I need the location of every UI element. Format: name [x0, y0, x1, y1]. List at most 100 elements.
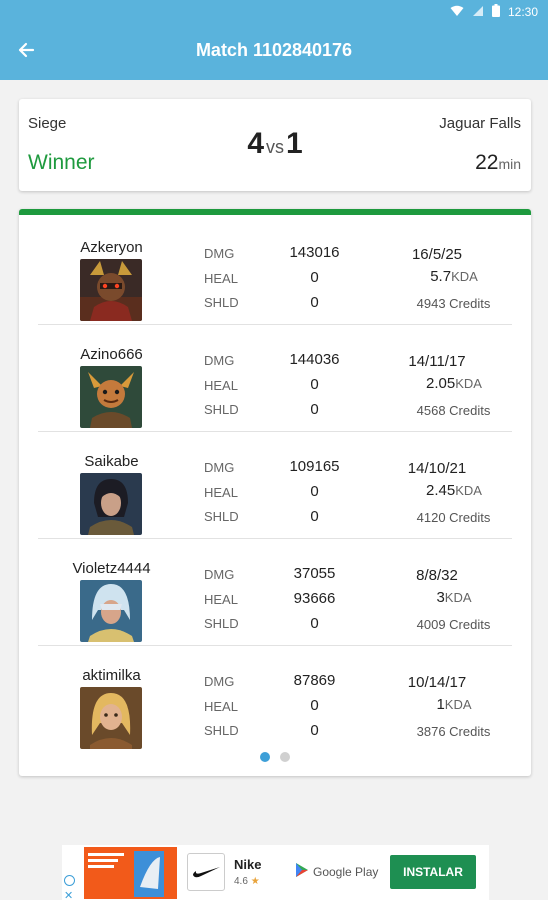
player-name: Violetz4444: [72, 560, 151, 577]
ad-image[interactable]: [84, 847, 177, 899]
heal-value: 0: [310, 697, 319, 714]
player-name: Azino666: [80, 346, 143, 363]
kda-unit: KDA: [455, 376, 482, 391]
ad-info-icon[interactable]: [64, 875, 75, 886]
page-title: Match 1102840176: [195, 40, 353, 60]
team-color-bar: [19, 209, 531, 215]
credits: 4009 Credits: [416, 617, 491, 632]
kda-ratio: 2.05KDA: [399, 375, 509, 392]
kda-ratio-value: 3: [436, 589, 445, 606]
kda-ratio-value: 2.45: [426, 482, 456, 499]
shld-label: SHLD: [204, 723, 239, 738]
champion-portrait-1: [80, 259, 142, 321]
credits: 3876 Credits: [416, 724, 491, 739]
dmg-label: DMG: [204, 567, 235, 582]
heal-label: HEAL: [204, 699, 238, 714]
status-time: 12:30: [507, 5, 538, 19]
score-left: 4: [247, 127, 264, 160]
score-vs: vs: [266, 137, 284, 157]
store-name: Google Play: [313, 864, 379, 879]
page-indicator[interactable]: [19, 752, 531, 762]
player-row[interactable]: Azino666 DMG HEAL SHLD 144036 0 0 14/11/…: [19, 324, 531, 431]
kda-unit: KDA: [444, 697, 472, 712]
champion-portrait-3: [80, 473, 142, 535]
kda-ratio: 5.7KDA: [399, 268, 509, 285]
kda-score: 10/14/17: [407, 674, 467, 691]
kda-score: 8/8/32: [416, 567, 458, 584]
kda-score: 14/10/21: [407, 460, 467, 477]
kda-score: 16/5/25: [411, 246, 463, 263]
score-right: 1: [286, 127, 303, 160]
champion-portrait-4: [80, 580, 142, 642]
app-bar: Match 1102840176: [0, 24, 548, 80]
signal-icon: [472, 5, 484, 20]
dmg-value: 144036: [289, 351, 340, 368]
shld-value: 0: [310, 615, 319, 632]
map-name: Jaguar Falls: [439, 115, 521, 132]
heal-label: HEAL: [204, 271, 238, 286]
kda-ratio: 3KDA: [399, 589, 509, 606]
credits: 4120 Credits: [416, 510, 491, 525]
ad-app-name: Nike: [234, 857, 262, 872]
match-summary-card: Siege Winner 4 vs1 Jaguar Falls 22min: [19, 99, 531, 191]
shld-label: SHLD: [204, 402, 239, 417]
duration-unit: min: [498, 156, 521, 172]
heal-label: HEAL: [204, 592, 238, 607]
shld-label: SHLD: [204, 509, 239, 524]
heal-value: 0: [310, 376, 319, 393]
shld-label: SHLD: [204, 616, 239, 631]
kda-unit: KDA: [444, 590, 472, 605]
kda-ratio: 1KDA: [399, 696, 509, 713]
kda-unit: KDA: [455, 483, 482, 498]
shld-label: SHLD: [204, 295, 239, 310]
kda-ratio-value: 2.05: [426, 375, 456, 392]
wifi-icon: [450, 5, 464, 20]
shld-value: 0: [310, 294, 319, 311]
kda-ratio-value: 5.7: [430, 268, 452, 285]
heal-value: 0: [310, 269, 319, 286]
dmg-label: DMG: [204, 674, 235, 689]
page-dot-2[interactable]: [280, 752, 290, 762]
credits: 4568 Credits: [416, 403, 491, 418]
dmg-label: DMG: [204, 353, 235, 368]
nike-logo: [187, 853, 225, 891]
dmg-value: 109165: [289, 458, 340, 475]
kda-unit: KDA: [451, 269, 478, 284]
player-name: Azkeryon: [80, 239, 143, 256]
google-play-badge[interactable]: Google Play: [296, 863, 378, 880]
page-dot-1[interactable]: [260, 752, 270, 762]
status-icons: 12:30: [450, 4, 538, 20]
match-duration: 22min: [475, 151, 521, 175]
shld-value: 0: [310, 508, 319, 525]
ad-rating-value: 4.6: [234, 876, 248, 887]
battery-icon: [491, 4, 500, 20]
heal-label: HEAL: [204, 485, 238, 500]
player-row[interactable]: Azkeryon DMG HEAL SHLD 143016 0 0 16/5/2…: [19, 217, 531, 324]
star-icon: ★: [250, 876, 260, 887]
heal-label: HEAL: [204, 378, 238, 393]
players-card[interactable]: Azkeryon DMG HEAL SHLD 143016 0 0 16/5/2…: [19, 209, 531, 776]
shld-value: 0: [310, 401, 319, 418]
kda-score: 14/11/17: [408, 353, 466, 370]
kda-ratio-value: 1: [436, 696, 445, 713]
heal-value: 0: [310, 483, 319, 500]
dmg-label: DMG: [204, 246, 235, 261]
shld-value: 0: [310, 722, 319, 739]
ad-banner[interactable]: ✕ Nike 4.6 ★ Google Play INSTALAR: [62, 845, 489, 900]
ad-close-icon[interactable]: ✕: [64, 889, 73, 900]
player-name: aktimilka: [82, 667, 141, 684]
kda-ratio: 2.45KDA: [399, 482, 509, 499]
player-name: Saikabe: [84, 453, 139, 470]
player-row[interactable]: Saikabe DMG HEAL SHLD 109165 0 0 14/10/2…: [19, 431, 531, 538]
heal-value: 93666: [293, 590, 336, 607]
duration-value: 22: [475, 151, 499, 174]
player-row[interactable]: Violetz4444 DMG HEAL SHLD 37055 93666 0 …: [19, 538, 531, 645]
player-row[interactable]: aktimilka DMG HEAL SHLD 87869 0 0 10/14/…: [19, 645, 531, 752]
ad-rating: 4.6 ★: [234, 876, 260, 887]
dmg-value: 143016: [289, 244, 340, 261]
credits: 4943 Credits: [416, 296, 491, 311]
champion-portrait-5: [80, 687, 142, 749]
play-store-icon: [296, 863, 308, 880]
install-button[interactable]: INSTALAR: [390, 855, 476, 889]
dmg-value: 37055: [293, 565, 336, 582]
